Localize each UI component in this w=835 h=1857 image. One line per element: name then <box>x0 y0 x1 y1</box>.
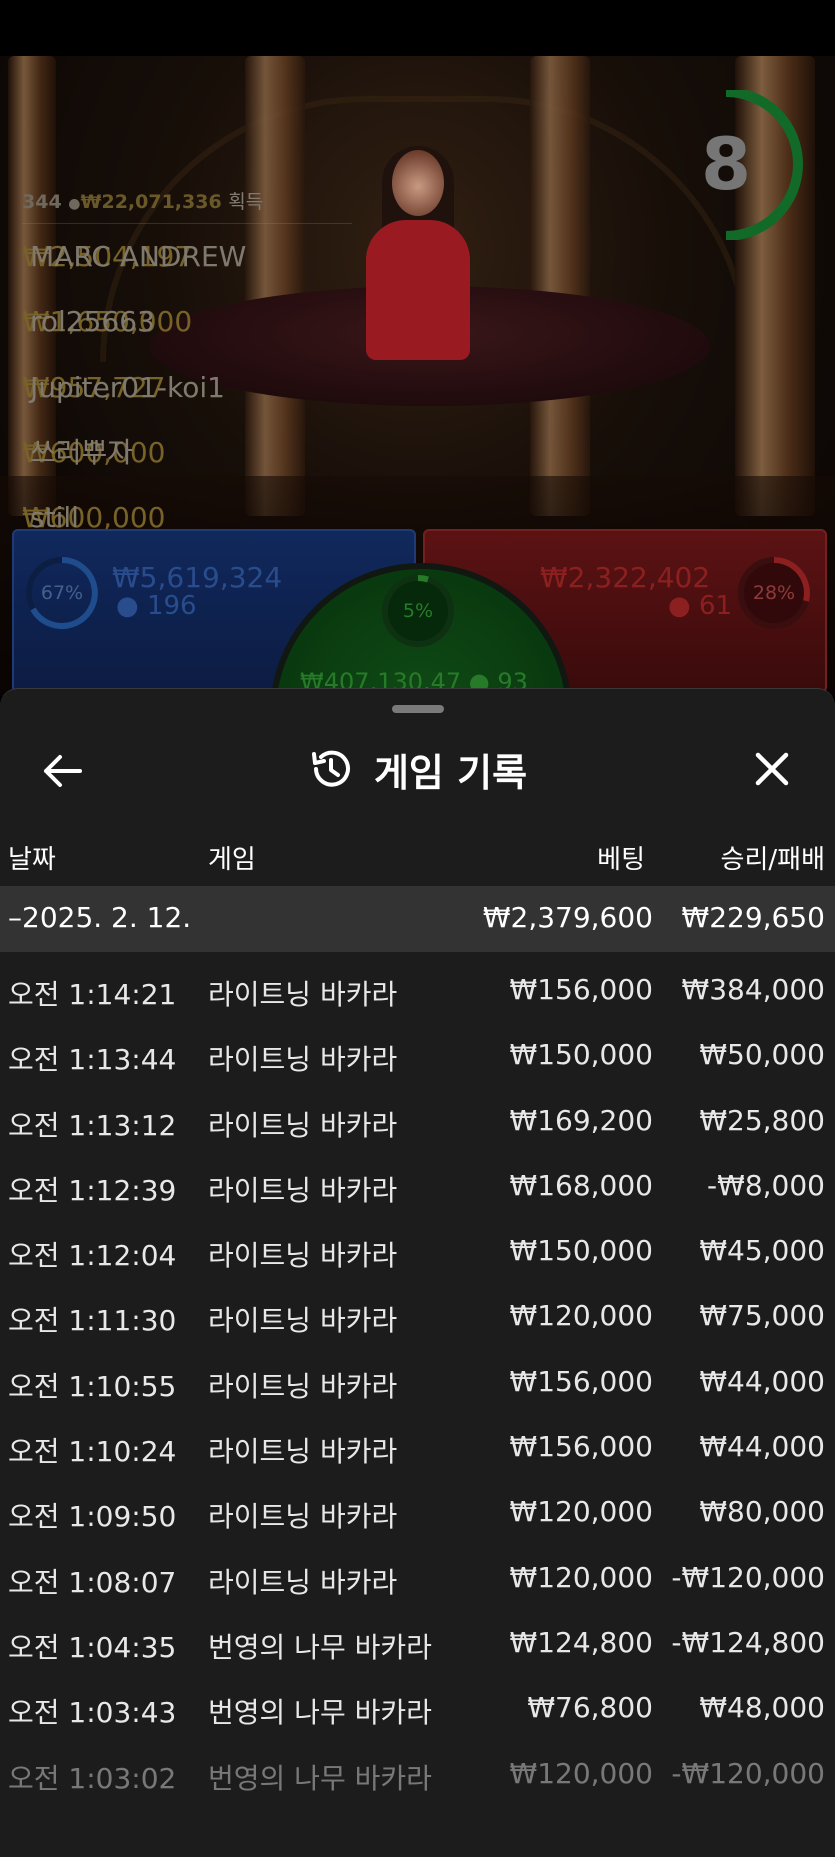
row-result: ₩75,000 <box>699 1299 825 1333</box>
row-game: 라이트닝 바카라 <box>208 1304 398 1338</box>
close-icon <box>755 752 789 786</box>
row-time: 오전 1:11:30 <box>8 1304 177 1338</box>
column-game[interactable]: 게임 <box>208 839 256 876</box>
row-result: -₩120,000 <box>671 1756 825 1790</box>
row-time: 오전 1:14:21 <box>8 978 177 1011</box>
date-group-row[interactable]: –2025. 2. 12. ₩2,379,600 ₩229,650 <box>0 886 835 952</box>
row-game: 라이트닝 바카라 <box>208 1108 398 1142</box>
table-row[interactable]: 오전 1:14:21 라이트닝 바카라 ₩156,000 ₩384,000 <box>0 961 835 1026</box>
sheet-header: 게임 기록 <box>0 729 835 809</box>
row-time: 오전 1:04:35 <box>8 1630 177 1664</box>
row-game: 번영의 나무 바카라 <box>208 1761 432 1795</box>
history-rows: 오전 1:14:21 라이트닝 바카라 ₩156,000 ₩384,000 오전 1:… <box>0 961 835 1810</box>
table-row[interactable]: 오전 1:13:44 라이트닝 바카라 ₩150,000 ₩50,000 <box>0 1026 835 1091</box>
row-bet: ₩150,000 <box>509 1234 653 1268</box>
table-row[interactable]: 오전 1:13:12 라이트닝 바카라 ₩169,200 ₩25,800 <box>0 1092 835 1157</box>
row-time: 오전 1:10:24 <box>8 1435 177 1469</box>
row-result: ₩45,000 <box>699 1234 825 1268</box>
row-bet: ₩156,000 <box>509 1430 653 1464</box>
row-bet: ₩169,200 <box>509 1103 653 1137</box>
row-result: ₩384,000 <box>681 973 825 1006</box>
row-bet: ₩156,000 <box>509 1364 653 1398</box>
row-game: 라이트닝 바카라 <box>208 1369 398 1403</box>
table-row[interactable]: 오전 1:12:39 라이트닝 바카라 ₩168,000 -₩8,000 <box>0 1157 835 1222</box>
row-time: 오전 1:13:12 <box>8 1108 177 1142</box>
row-bet: ₩120,000 <box>509 1495 653 1529</box>
row-bet: ₩120,000 <box>509 1560 653 1594</box>
row-result: ₩25,800 <box>699 1103 825 1137</box>
row-time: 오전 1:12:39 <box>8 1173 177 1207</box>
row-time: 오전 1:03:43 <box>8 1696 177 1730</box>
row-game: 라이트닝 바카라 <box>208 1565 398 1599</box>
row-result: ₩44,000 <box>699 1430 825 1464</box>
row-bet: ₩150,000 <box>509 1038 653 1072</box>
table-row[interactable]: 오전 1:10:24 라이트닝 바카라 ₩156,000 ₩44,000 <box>0 1418 835 1483</box>
game-history-sheet: 게임 기록 날짜 게임 베팅 승리/패배 –2025. 2. 12. ₩2,37… <box>0 688 835 1857</box>
row-result: -₩120,000 <box>671 1560 825 1594</box>
table-row[interactable]: 오전 1:03:02 번영의 나무 바카라 ₩120,000 -₩120,000 <box>0 1745 835 1810</box>
row-game: 라이트닝 바카라 <box>208 1239 398 1273</box>
row-bet: ₩124,800 <box>509 1625 653 1659</box>
row-result: -₩8,000 <box>707 1168 825 1202</box>
date-bet-total: ₩2,379,600 <box>482 901 653 934</box>
row-game: 라이트닝 바카라 <box>208 1043 398 1077</box>
row-game: 라이트닝 바카라 <box>208 1173 398 1207</box>
table-row[interactable]: 오전 1:08:07 라이트닝 바카라 ₩120,000 -₩120,000 <box>0 1549 835 1614</box>
table-row[interactable]: 오전 1:03:43 번영의 나무 바카라 ₩76,800 ₩48,000 <box>0 1679 835 1744</box>
row-bet: ₩168,000 <box>509 1168 653 1202</box>
row-game: 라이트닝 바카라 <box>208 1435 398 1469</box>
table-row[interactable]: 오전 1:11:30 라이트닝 바카라 ₩120,000 ₩75,000 <box>0 1287 835 1352</box>
row-result: ₩50,000 <box>699 1038 825 1072</box>
row-result: ₩44,000 <box>699 1364 825 1398</box>
date-result-total: ₩229,650 <box>681 901 825 934</box>
row-game: 번영의 나무 바카라 <box>208 1630 432 1664</box>
row-game: 라이트닝 바카라 <box>208 978 398 1011</box>
column-bet[interactable]: 베팅 <box>597 839 645 876</box>
date-group-label: –2025. 2. 12. <box>8 901 192 934</box>
row-time: 오전 1:08:07 <box>8 1565 177 1599</box>
table-row[interactable]: 오전 1:12:04 라이트닝 바카라 ₩150,000 ₩45,000 <box>0 1222 835 1287</box>
column-result[interactable]: 승리/패배 <box>721 839 825 876</box>
table-row[interactable]: 오전 1:10:55 라이트닝 바카라 ₩156,000 ₩44,000 <box>0 1353 835 1418</box>
close-button[interactable] <box>746 743 798 795</box>
row-time: 오전 1:09:50 <box>8 1500 177 1534</box>
row-result: ₩48,000 <box>699 1691 825 1725</box>
row-game: 번영의 나무 바카라 <box>208 1696 432 1730</box>
sheet-title: 게임 기록 <box>373 750 528 795</box>
row-bet: ₩76,800 <box>527 1691 653 1725</box>
row-time: 오전 1:03:02 <box>8 1761 177 1795</box>
row-bet: ₩120,000 <box>509 1299 653 1333</box>
table-header: 날짜 게임 베팅 승리/패배 <box>0 825 835 885</box>
row-bet: ₩156,000 <box>509 973 653 1006</box>
column-date[interactable]: 날짜 <box>8 839 56 876</box>
history-icon <box>311 750 350 787</box>
table-row[interactable]: 오전 1:04:35 번영의 나무 바카라 ₩124,800 -₩124,800 <box>0 1614 835 1679</box>
row-result: -₩124,800 <box>671 1625 825 1659</box>
row-time: 오전 1:13:44 <box>8 1043 177 1077</box>
row-result: ₩80,000 <box>699 1495 825 1529</box>
row-bet: ₩120,000 <box>509 1756 653 1790</box>
row-game: 라이트닝 바카라 <box>208 1500 398 1534</box>
row-time: 오전 1:12:04 <box>8 1239 177 1273</box>
row-time: 오전 1:10:55 <box>8 1369 177 1403</box>
table-row[interactable]: 오전 1:09:50 라이트닝 바카라 ₩120,000 ₩80,000 <box>0 1483 835 1548</box>
drag-handle[interactable] <box>392 705 444 713</box>
sheet-title-wrap: 게임 기록 <box>0 729 835 809</box>
